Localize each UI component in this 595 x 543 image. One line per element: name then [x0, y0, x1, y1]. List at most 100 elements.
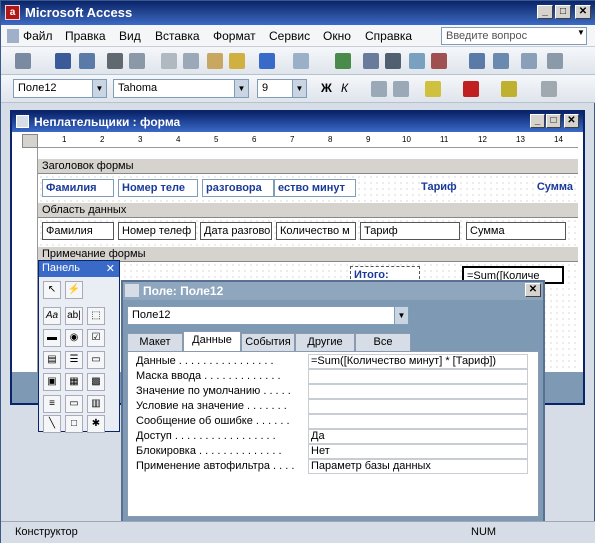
field-sum[interactable]: Сумма — [466, 222, 566, 240]
object-select[interactable]: Поле12 ▼ — [13, 79, 107, 98]
field-phone[interactable]: Номер телеф — [118, 222, 196, 240]
form-restore-button[interactable]: □ — [546, 114, 561, 128]
properties-icon[interactable] — [469, 53, 485, 69]
toolbox-titlebar[interactable]: Панель ✕ — [39, 261, 119, 277]
detail-area[interactable]: Фамилия Номер телеф Дата разгово Количес… — [38, 218, 578, 246]
section-detail-bar[interactable]: Область данных — [38, 202, 578, 218]
tab-events[interactable]: События — [241, 333, 295, 351]
header-label-phone[interactable]: Номер теле — [118, 179, 198, 197]
header-label-surname[interactable]: Фамилия — [42, 179, 114, 197]
border-width-icon[interactable] — [541, 81, 557, 97]
italic-button[interactable]: К — [341, 81, 348, 95]
property-value-input[interactable] — [308, 369, 528, 384]
field-tariff[interactable]: Тариф — [360, 222, 460, 240]
checkbox-tool-icon[interactable]: ☑ — [87, 329, 105, 347]
menu-edit[interactable]: Правка — [65, 29, 106, 43]
redo-icon[interactable] — [293, 53, 309, 69]
format-painter-icon[interactable] — [229, 53, 245, 69]
menu-help[interactable]: Справка — [365, 29, 412, 43]
header-label-tariff[interactable]: Тариф — [418, 179, 466, 197]
image-tool-icon[interactable]: ▣ — [43, 373, 61, 391]
font-select[interactable]: Tahoma ▼ — [113, 79, 249, 98]
align-center-icon[interactable] — [393, 81, 409, 97]
font-size-select[interactable]: 9 ▼ — [257, 79, 307, 98]
property-value-input[interactable]: Параметр базы данных — [308, 459, 528, 474]
cut-icon[interactable] — [161, 53, 177, 69]
more-controls-icon[interactable]: ✱ — [87, 415, 105, 433]
menu-format[interactable]: Формат — [213, 29, 256, 43]
option-button-icon[interactable]: ◉ — [65, 329, 83, 347]
print-icon[interactable] — [107, 53, 123, 69]
access-app-icon[interactable]: a — [5, 5, 20, 20]
bold-button[interactable]: Ж — [321, 81, 332, 95]
paste-icon[interactable] — [207, 53, 223, 69]
form-selector[interactable] — [22, 134, 38, 148]
bound-object-icon[interactable]: ▩ — [87, 373, 105, 391]
toolbox-icon[interactable] — [385, 53, 401, 69]
header-label-minutes[interactable]: ество минут — [274, 179, 356, 197]
field-surname[interactable]: Фамилия — [42, 222, 114, 240]
minimize-button[interactable]: _ — [537, 5, 553, 19]
ask-question-input[interactable]: Введите вопрос — [441, 27, 587, 45]
menu-tools[interactable]: Сервис — [269, 29, 310, 43]
toggle-button-icon[interactable]: ▬ — [43, 329, 61, 347]
autoformat-icon[interactable] — [409, 53, 425, 69]
label-tool-icon[interactable]: Aa — [43, 307, 61, 325]
maximize-button[interactable]: □ — [555, 5, 571, 19]
property-value-input[interactable] — [308, 384, 528, 399]
tab-layout[interactable]: Макет — [127, 333, 183, 351]
chevron-down-icon[interactable]: ▼ — [292, 80, 306, 97]
menu-form-icon[interactable] — [7, 29, 19, 43]
toolbox-close-icon[interactable]: ✕ — [106, 262, 115, 275]
tab-data[interactable]: Данные — [183, 331, 241, 352]
property-value-input[interactable] — [308, 399, 528, 414]
undo-icon[interactable] — [259, 53, 275, 69]
properties-object-select[interactable]: Поле12 ▼ — [127, 306, 409, 325]
form-minimize-button[interactable]: _ — [530, 114, 545, 128]
rectangle-tool-icon[interactable]: □ — [65, 415, 83, 433]
property-value-input[interactable]: Да — [308, 429, 528, 444]
chevron-down-icon[interactable]: ▼ — [234, 80, 248, 97]
form-close-button[interactable]: ✕ — [564, 114, 579, 128]
unbound-object-icon[interactable]: ▦ — [65, 373, 83, 391]
hyperlink-icon[interactable] — [335, 53, 351, 69]
combobox-tool-icon[interactable]: ▤ — [43, 351, 61, 369]
search-icon[interactable] — [79, 53, 95, 69]
field-list-icon[interactable] — [363, 53, 379, 69]
copy-icon[interactable] — [183, 53, 199, 69]
header-label-date[interactable]: разговора — [202, 179, 274, 197]
property-value-input[interactable] — [308, 414, 528, 429]
save-icon[interactable] — [55, 53, 71, 69]
header-label-sum[interactable]: Сумма — [518, 179, 576, 197]
select-objects-icon[interactable]: ↖ — [43, 281, 61, 299]
database-window-icon[interactable] — [521, 53, 537, 69]
tab-control-icon[interactable]: ▭ — [65, 395, 83, 413]
tab-other[interactable]: Другие — [295, 333, 355, 351]
menu-insert[interactable]: Вставка — [155, 29, 200, 43]
menu-view[interactable]: Вид — [119, 29, 141, 43]
build-icon[interactable] — [493, 53, 509, 69]
ask-dropdown-icon[interactable]: ▼ — [577, 28, 585, 37]
menu-file[interactable]: Файл — [23, 29, 53, 43]
listbox-tool-icon[interactable]: ☰ — [65, 351, 83, 369]
new-object-icon[interactable] — [547, 53, 563, 69]
align-left-icon[interactable] — [371, 81, 387, 97]
textbox-tool-icon[interactable]: ab| — [65, 307, 83, 325]
tab-all[interactable]: Все — [355, 333, 411, 351]
control-wizard-icon[interactable]: ⚡ — [65, 281, 83, 299]
page-break-icon[interactable]: ≡ — [43, 395, 61, 413]
property-value-input[interactable]: Нет — [308, 444, 528, 459]
properties-close-button[interactable]: ✕ — [525, 283, 541, 297]
properties-titlebar[interactable]: Поле: Поле12 — [123, 282, 543, 300]
command-button-icon[interactable]: ▭ — [87, 351, 105, 369]
line-tool-icon[interactable]: ╲ — [43, 415, 61, 433]
field-minutes[interactable]: Количество м — [276, 222, 356, 240]
code-icon[interactable] — [431, 53, 447, 69]
form-header-area[interactable]: Фамилия Номер теле разговора ество минут… — [38, 174, 578, 202]
close-button[interactable]: ✕ — [575, 5, 591, 19]
font-color-icon[interactable] — [463, 81, 479, 97]
option-group-icon[interactable]: ⬚ — [87, 307, 105, 325]
chevron-down-icon[interactable]: ▼ — [394, 307, 408, 324]
preview-icon[interactable] — [129, 53, 145, 69]
line-color-icon[interactable] — [501, 81, 517, 97]
